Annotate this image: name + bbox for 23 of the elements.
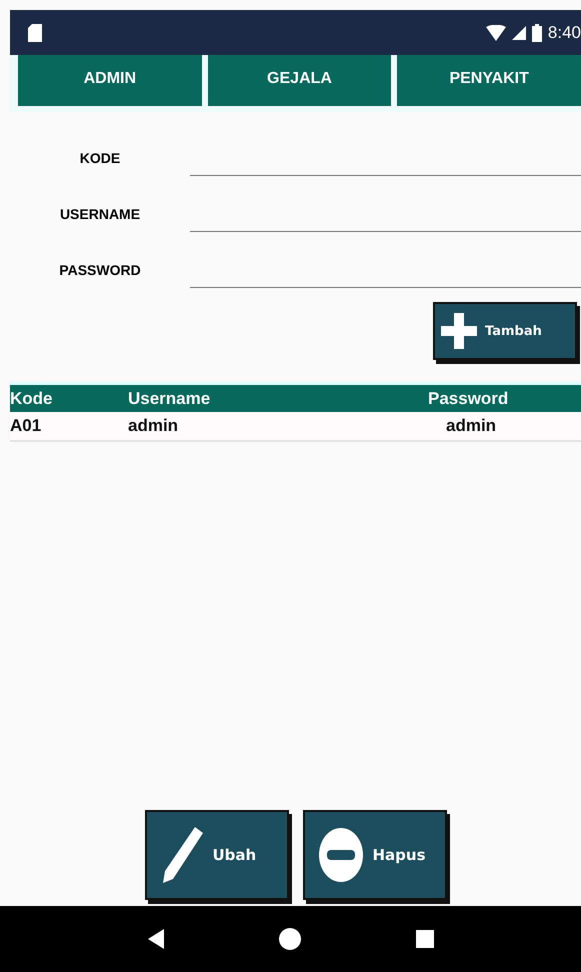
field-label: KODE <box>78 150 122 168</box>
tab[interactable]: ADMIN <box>18 55 202 106</box>
sd-card-icon <box>28 24 42 42</box>
wifi-icon <box>486 24 506 40</box>
recents-icon[interactable] <box>416 930 434 948</box>
table-cell-text: admin <box>445 416 498 436</box>
field-label: USERNAME <box>58 206 142 224</box>
field-label: PASSWORD <box>58 262 142 280</box>
tab[interactable]: GEJALA <box>208 55 392 106</box>
table-cell-text: A01 <box>10 416 42 436</box>
back-icon[interactable] <box>148 929 164 949</box>
signal-icon <box>512 26 526 40</box>
table-row[interactable]: A01 admin admin <box>10 412 581 442</box>
table-cell-text: admin <box>128 416 180 436</box>
battery-icon <box>532 24 542 42</box>
column-header: Kode <box>10 388 54 408</box>
status-time: 8:40 <box>548 22 581 42</box>
tab[interactable]: PENYAKIT <box>397 55 581 106</box>
home-icon[interactable] <box>278 928 300 950</box>
column-header: Password <box>428 388 510 408</box>
plus-icon <box>441 313 477 349</box>
column-header: Username <box>128 388 212 408</box>
minus-circle-icon <box>316 827 364 883</box>
